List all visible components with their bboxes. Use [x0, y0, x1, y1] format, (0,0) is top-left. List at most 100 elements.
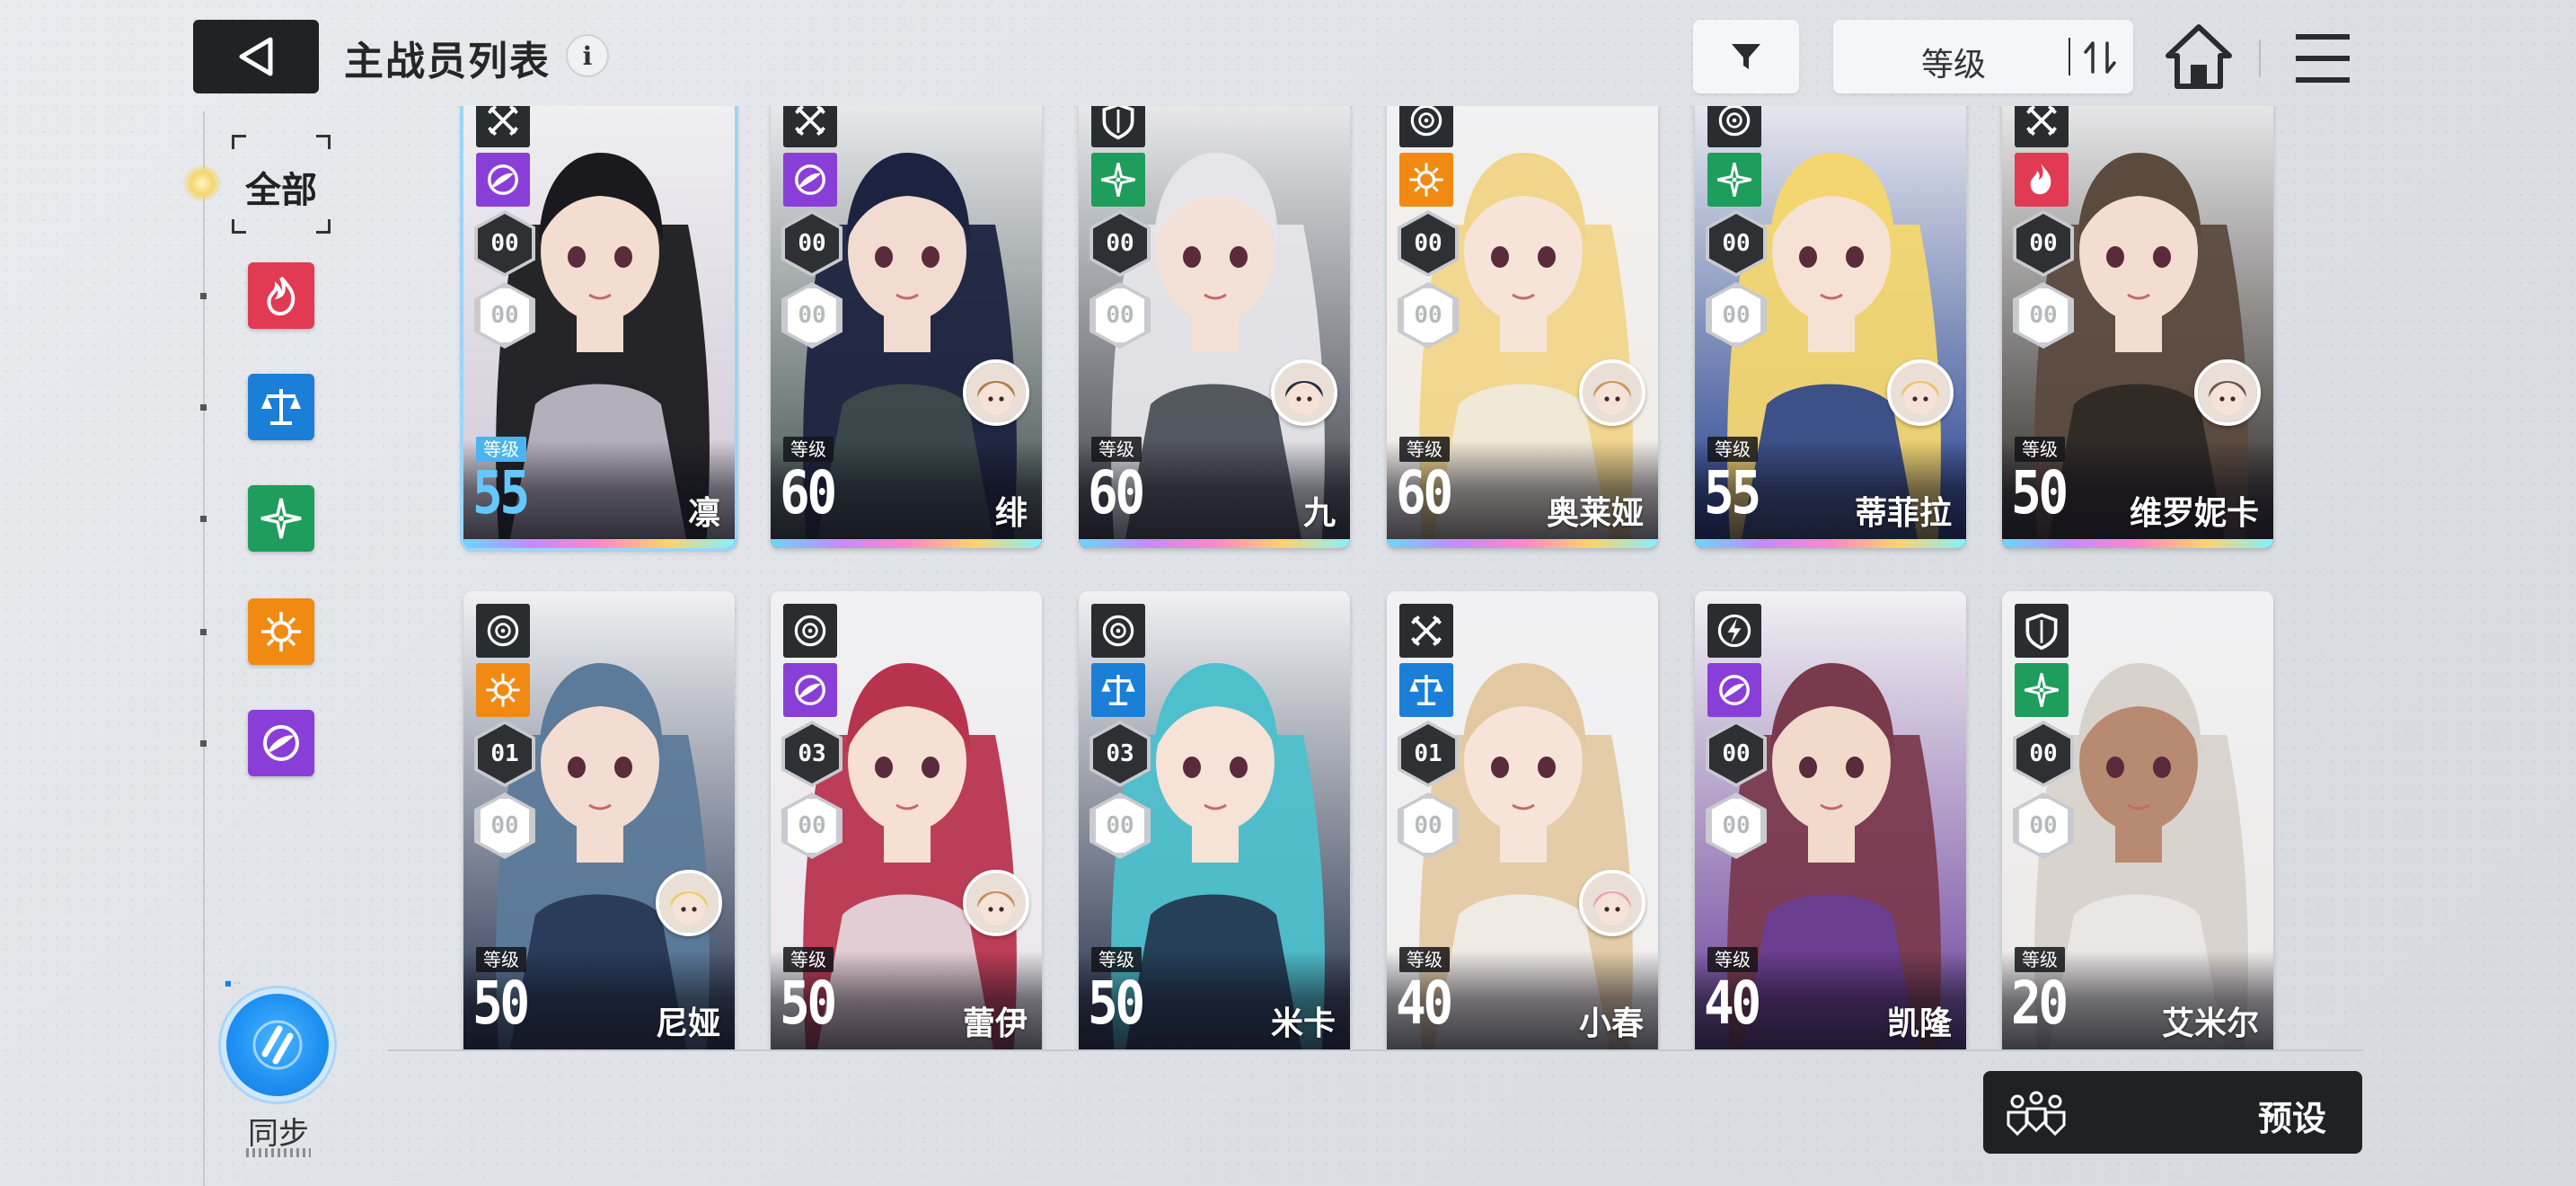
- character-card[interactable]: 00 00 等级 50 维罗妮卡: [2002, 106, 2273, 548]
- character-card[interactable]: 00 00 等级 20 艾米尔: [2002, 591, 2273, 1049]
- character-card[interactable]: 00 00 等级 55 凛: [463, 106, 735, 548]
- partner-avatar: [1271, 359, 1337, 426]
- sidebar-marker: [200, 629, 207, 635]
- character-card[interactable]: 00 00 等级 40 凯隆: [1695, 591, 1966, 1049]
- character-name: 九: [1302, 495, 1336, 532]
- sun-element-icon: [261, 612, 301, 651]
- sidebar-marker: [200, 740, 207, 747]
- filter-button[interactable]: [1693, 20, 1799, 93]
- class-icon: [1707, 106, 1761, 147]
- filter-light-button[interactable]: [248, 598, 314, 665]
- filter-all-button[interactable]: 全部: [232, 135, 331, 234]
- sort-order-icon[interactable]: [2080, 38, 2120, 77]
- funnel-icon: [1732, 44, 1760, 69]
- partner-avatar: [2194, 359, 2261, 426]
- wind-element-icon: [1091, 153, 1145, 207]
- sidebar-marker: [200, 516, 207, 522]
- character-card[interactable]: 00 00 等级 55 蒂菲拉: [1695, 106, 1966, 548]
- rarity-bar: [1387, 539, 1658, 548]
- vortex-element-icon: [263, 725, 299, 761]
- sidebar-line: [203, 111, 205, 1186]
- class-icon: [1091, 604, 1145, 658]
- class-icon: [783, 604, 837, 658]
- character-name: 尼娅: [655, 1005, 720, 1042]
- level-value: 50: [780, 969, 837, 1038]
- level-value: 40: [1704, 969, 1761, 1038]
- class-icon: [1399, 604, 1453, 658]
- info-icon[interactable]: i: [566, 34, 609, 77]
- filter-fire-button[interactable]: [248, 262, 314, 329]
- header-divider: [2259, 40, 2261, 77]
- character-name: 米卡: [1270, 1005, 1336, 1042]
- partner-avatar: [656, 870, 722, 936]
- character-name: 凛: [687, 495, 720, 532]
- character-name: 绯: [994, 495, 1028, 532]
- team-preset-icon: [2007, 1091, 2066, 1137]
- sync-progress-bars: [246, 1148, 311, 1157]
- menu-icon[interactable]: [2289, 27, 2360, 90]
- level-value: 40: [1396, 969, 1453, 1038]
- order-element-icon: [1091, 663, 1145, 717]
- character-name: 艾米尔: [2161, 1005, 2259, 1042]
- level-value: 60: [780, 458, 837, 527]
- sync-icon: [252, 1020, 303, 1070]
- rarity-bar: [2002, 539, 2273, 548]
- rarity-bar: [1695, 539, 1966, 548]
- partner-avatar: [1579, 870, 1645, 936]
- star-element-icon: [260, 498, 302, 539]
- level-value: 55: [1704, 458, 1761, 527]
- character-card[interactable]: 01 00 等级 40 小春: [1387, 591, 1658, 1049]
- class-icon: [783, 106, 837, 147]
- character-grid: 00 00 等级 55 凛 00 00 等级 60 绯 00 00 等级 60 …: [449, 106, 2335, 1049]
- sync-label: 同步: [248, 1116, 309, 1152]
- back-button[interactable]: [193, 20, 319, 93]
- character-card[interactable]: 03 00 等级 50 米卡: [1079, 591, 1350, 1049]
- filter-all-label: 全部: [245, 170, 317, 211]
- character-name: 蕾伊: [962, 1005, 1028, 1042]
- filter-void-button[interactable]: [248, 710, 314, 776]
- preset-button[interactable]: 预设: [1983, 1071, 2362, 1154]
- character-name: 凯隆: [1886, 1005, 1952, 1042]
- fire-element-icon: [267, 276, 296, 316]
- wind-element-icon: [2015, 663, 2069, 717]
- level-value: 60: [1088, 458, 1145, 527]
- sort-selector[interactable]: 等级: [1833, 20, 2133, 93]
- sync-button[interactable]: [221, 988, 334, 1102]
- character-card[interactable]: 01 00 等级 50 尼娅: [463, 591, 735, 1049]
- level-value: 60: [1396, 458, 1453, 527]
- character-card[interactable]: 00 00 等级 60 绯: [771, 106, 1042, 548]
- void-element-icon: [476, 153, 530, 207]
- character-card[interactable]: 03 00 等级 50 蕾伊: [771, 591, 1042, 1049]
- level-value: 50: [472, 969, 530, 1038]
- level-value: 55: [472, 458, 530, 527]
- rarity-bar: [771, 539, 1042, 548]
- character-card[interactable]: 00 00 等级 60 九: [1079, 106, 1350, 548]
- order-element-icon: [1399, 663, 1453, 717]
- light-element-icon: [476, 663, 530, 717]
- level-value: 50: [2011, 458, 2069, 527]
- level-value: 20: [2011, 969, 2069, 1038]
- class-icon: [476, 604, 530, 658]
- sort-divider: [2069, 38, 2070, 75]
- class-icon: [1707, 604, 1761, 658]
- rarity-bar: [463, 539, 735, 548]
- fire-element-icon: [2015, 153, 2069, 207]
- back-arrow-icon: [239, 37, 273, 76]
- void-element-icon: [783, 153, 837, 207]
- character-name: 小春: [1578, 1005, 1644, 1042]
- wind-element-icon: [1707, 153, 1761, 207]
- grid-divider: [388, 1049, 2364, 1051]
- character-name: 维罗妮卡: [2129, 495, 2259, 532]
- void-element-icon: [1707, 663, 1761, 717]
- character-card[interactable]: 00 00 等级 60 奥莱娅: [1387, 106, 1658, 548]
- selected-glow-icon: [181, 165, 223, 201]
- sync-badge-icon: ■ ···: [225, 979, 241, 987]
- light-element-icon: [1399, 153, 1453, 207]
- filter-order-button[interactable]: [248, 374, 314, 440]
- class-icon: [1091, 106, 1145, 147]
- filter-wind-button[interactable]: [248, 485, 314, 552]
- partner-avatar: [1887, 359, 1954, 426]
- home-icon[interactable]: [2163, 22, 2235, 93]
- level-value: 50: [1088, 969, 1145, 1038]
- scales-element-icon: [261, 389, 301, 425]
